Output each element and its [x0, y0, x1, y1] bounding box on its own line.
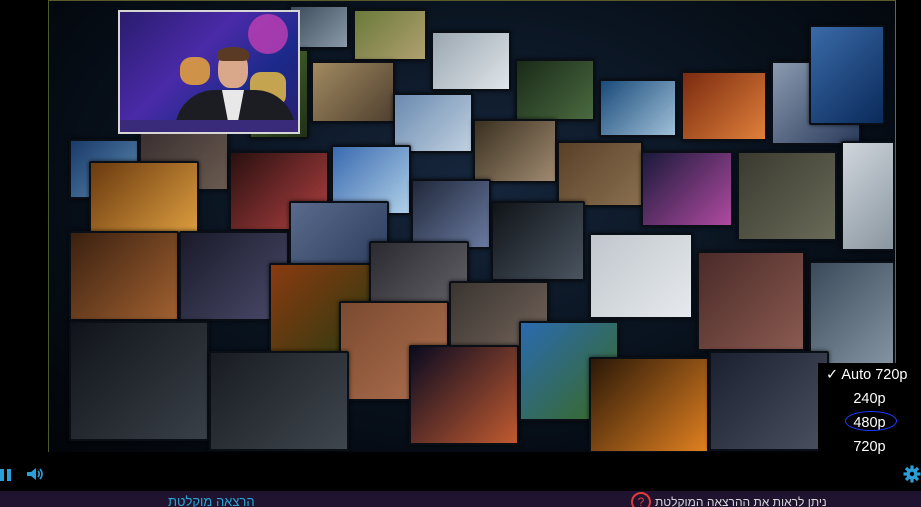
- help-icon[interactable]: ?: [631, 492, 651, 507]
- video-tile: [809, 25, 885, 125]
- video-tile: [473, 119, 557, 183]
- quality-option-240p[interactable]: 240p: [818, 387, 921, 411]
- volume-icon[interactable]: [25, 463, 45, 485]
- video-tile: [589, 357, 709, 452]
- video-tile: [589, 233, 693, 319]
- footer-bar: הרצאה מוקלטת ? ניתן לראות את ההרצאה המוק…: [0, 491, 921, 507]
- presenter-inset: [118, 10, 300, 134]
- video-tile: [697, 251, 805, 351]
- video-tile: [737, 151, 837, 241]
- video-tile: [681, 71, 767, 141]
- video-tile: [841, 141, 895, 251]
- video-tile: [599, 79, 677, 137]
- video-tile: [69, 321, 209, 441]
- control-bar: [0, 459, 921, 491]
- quality-option-auto[interactable]: ✓ Auto 720p: [818, 363, 921, 387]
- video-tile: [209, 351, 349, 451]
- video-tile: [393, 93, 473, 153]
- video-tile: [409, 345, 519, 445]
- video-player[interactable]: ✓ Auto 720p 240p 480p 720p: [0, 0, 921, 491]
- pause-icon[interactable]: [0, 463, 20, 485]
- video-tile: [641, 151, 733, 227]
- video-tile: [515, 59, 595, 121]
- quality-option-720p[interactable]: 720p: [818, 435, 921, 459]
- video-tile: [709, 351, 829, 451]
- recorded-lecture-link[interactable]: הרצאה מוקלטת: [168, 494, 255, 507]
- video-tile: [411, 179, 491, 249]
- video-tile: [431, 31, 511, 91]
- video-tile: [491, 201, 585, 281]
- video-frame[interactable]: [48, 0, 896, 452]
- video-tile: [557, 141, 643, 207]
- video-tile: [89, 161, 199, 241]
- video-tile: [311, 61, 395, 123]
- annotation-circle: [845, 411, 897, 431]
- gear-icon[interactable]: [903, 463, 921, 485]
- footer-message: ניתן לראות את ההרצאה המוקלטת: [655, 495, 827, 507]
- video-tile: [353, 9, 427, 61]
- video-tile: [69, 231, 179, 321]
